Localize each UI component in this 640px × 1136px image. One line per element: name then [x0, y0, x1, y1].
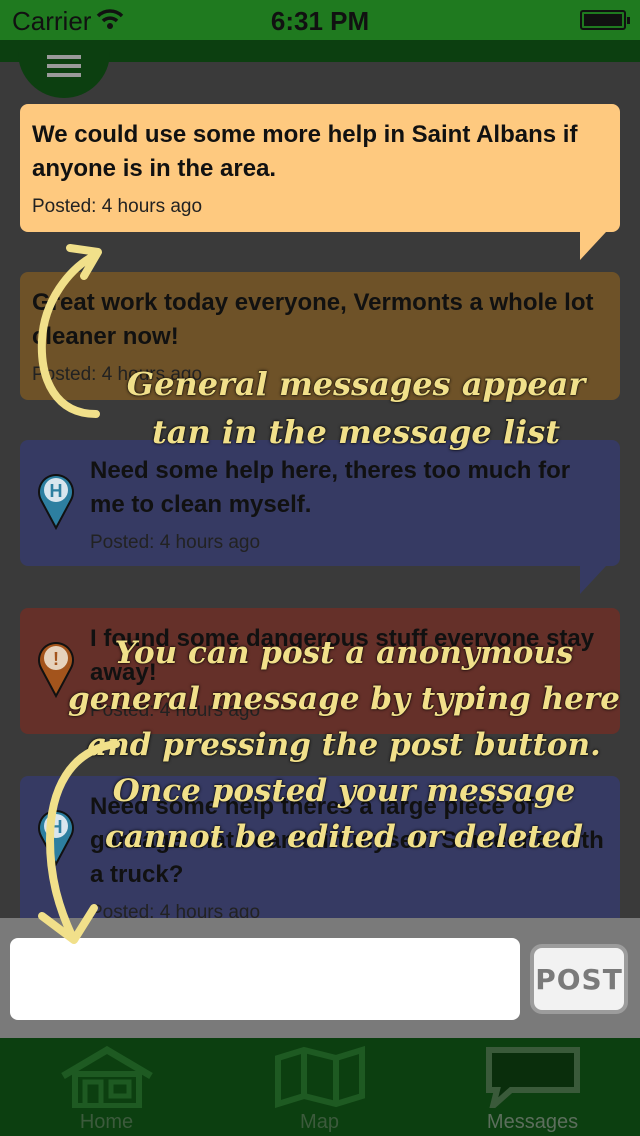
arrow-down-icon [38, 740, 120, 944]
status-bar: Carrier 6:31 PM [0, 0, 640, 40]
message-card-help[interactable]: H Need some help here, theres too much f… [20, 440, 620, 594]
annotation-post-message: You can post a anonymous general message… [68, 635, 620, 855]
tab-messages-label: Messages [486, 1111, 579, 1133]
message-posted-time: Posted: 4 hours ago [90, 532, 261, 553]
message-posted-time: Posted: 4 hours ago [32, 196, 203, 217]
message-text: Need some help here, theres too much for… [90, 457, 571, 518]
svg-text:H: H [50, 481, 63, 501]
tab-bar: Home Map Messages [0, 1038, 640, 1136]
tab-home[interactable]: Home [0, 1038, 213, 1136]
tab-home-label: Home [79, 1111, 134, 1133]
bubble-tail [580, 566, 606, 594]
map-icon [274, 1046, 365, 1108]
bubble-tail [580, 232, 606, 260]
tab-map-label: Map [300, 1111, 339, 1133]
speech-bubble-icon [485, 1047, 580, 1108]
message-card-general[interactable]: We could use some more help in Saint Alb… [20, 104, 620, 260]
message-input[interactable] [10, 938, 520, 1020]
message-posted-time: Posted: 4 hours ago [90, 902, 261, 918]
tab-messages[interactable]: Messages [426, 1038, 639, 1136]
battery-icon [580, 10, 630, 30]
tab-map[interactable]: Map [213, 1038, 426, 1136]
help-marker-icon: H [38, 474, 74, 530]
hamburger-icon [47, 64, 81, 68]
status-time: 6:31 PM [270, 6, 370, 36]
post-button[interactable]: POST [530, 944, 628, 1014]
post-button-label: POST [535, 962, 623, 996]
annotation-general-messages: General messages appear tan in the messa… [126, 365, 586, 451]
message-text: We could use some more help in Saint Alb… [32, 121, 578, 182]
house-icon [60, 1046, 153, 1108]
